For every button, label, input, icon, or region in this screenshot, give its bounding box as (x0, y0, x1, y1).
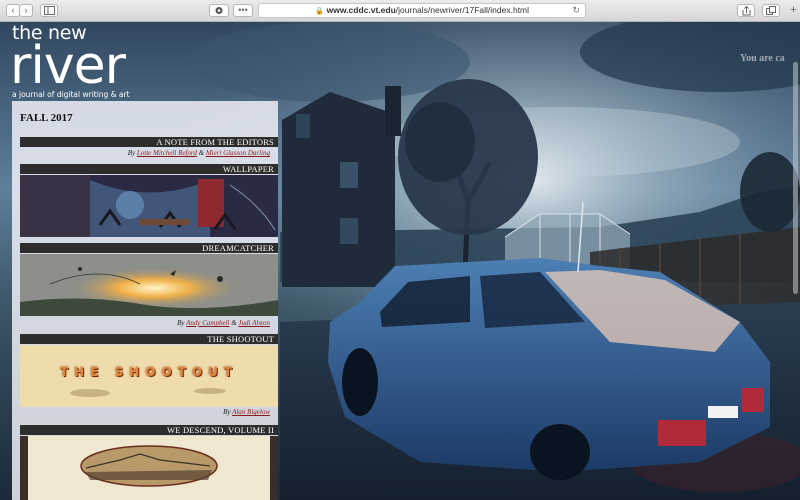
thumbnail-wallpaper[interactable] (20, 175, 278, 237)
share-icon (742, 5, 750, 16)
url-domain: www.cddc.vt.edu (326, 5, 396, 15)
author-link[interactable]: Andy Campbell (186, 319, 229, 327)
byline-shootout: By Alan Bigelow (223, 408, 270, 416)
thumbnail-dreamcatcher[interactable] (20, 254, 278, 316)
byline-dreamcatcher: By Andy Campbell & Judi Alston (177, 319, 270, 327)
masthead-river: river (10, 36, 126, 96)
entry-heading-we-descend[interactable]: WE DESCEND, VOLUME II (20, 425, 278, 435)
author-link[interactable]: Lotte Mitchell Reford (137, 149, 197, 157)
url-path: /journals/newriver/17Fall/index.html (395, 5, 530, 15)
plus-icon: + (790, 4, 797, 16)
sidebar-icon (43, 6, 55, 15)
browser-toolbar: ‹ › ••• 🔒 www.cddc.vt.edu/journals/newriv… (0, 0, 800, 22)
author-link[interactable]: Mieri Glasson Darling (206, 149, 270, 157)
sidebar-button[interactable] (40, 4, 58, 17)
privacy-button[interactable] (209, 4, 229, 17)
thumbnail-shootout[interactable]: THE SHOOTOUT (20, 345, 278, 407)
new-tab-button[interactable]: + (787, 4, 800, 18)
share-button[interactable] (737, 4, 755, 17)
tabs-icon (766, 6, 776, 15)
issue-panel: FALL 2017 A NOTE FROM THE EDITORS By Lot… (12, 101, 278, 500)
entry-heading-dreamcatcher[interactable]: DREAMCATCHER (20, 243, 278, 253)
tabs-overview-button[interactable] (762, 4, 780, 17)
thumbnail-we-descend[interactable] (20, 436, 278, 500)
extensions-button[interactable]: ••• (233, 4, 253, 17)
byline-editors-note: By Lotte Mitchell Reford & Mieri Glasson… (127, 149, 270, 157)
entry-heading-editors-note[interactable]: A NOTE FROM THE EDITORS (20, 137, 278, 147)
lock-icon: 🔒 (314, 8, 324, 15)
issue-title: FALL 2017 (20, 112, 73, 124)
forward-button[interactable]: › (19, 4, 33, 17)
reload-icon[interactable]: ↻ (572, 4, 580, 17)
entry-heading-wallpaper[interactable]: WALLPAPER (20, 164, 278, 174)
entry-heading-shootout[interactable]: THE SHOOTOUT (20, 334, 278, 344)
overlay-text: You are ca (740, 53, 785, 64)
page-scrollbar[interactable] (793, 62, 798, 294)
chevron-left-icon: ‹ (11, 5, 15, 15)
masthead-tagline: a journal of digital writing & art (12, 90, 130, 99)
author-link[interactable]: Alan Bigelow (232, 408, 270, 416)
shootout-thumb-text: THE SHOOTOUT (59, 365, 238, 379)
back-button[interactable]: ‹ (6, 4, 20, 17)
chevron-right-icon: › (24, 5, 28, 15)
eye-icon (215, 7, 223, 14)
dots-icon: ••• (238, 5, 248, 15)
author-link[interactable]: Judi Alston (238, 319, 270, 327)
address-bar[interactable]: 🔒 www.cddc.vt.edu/journals/newriver/17Fal… (258, 3, 586, 18)
